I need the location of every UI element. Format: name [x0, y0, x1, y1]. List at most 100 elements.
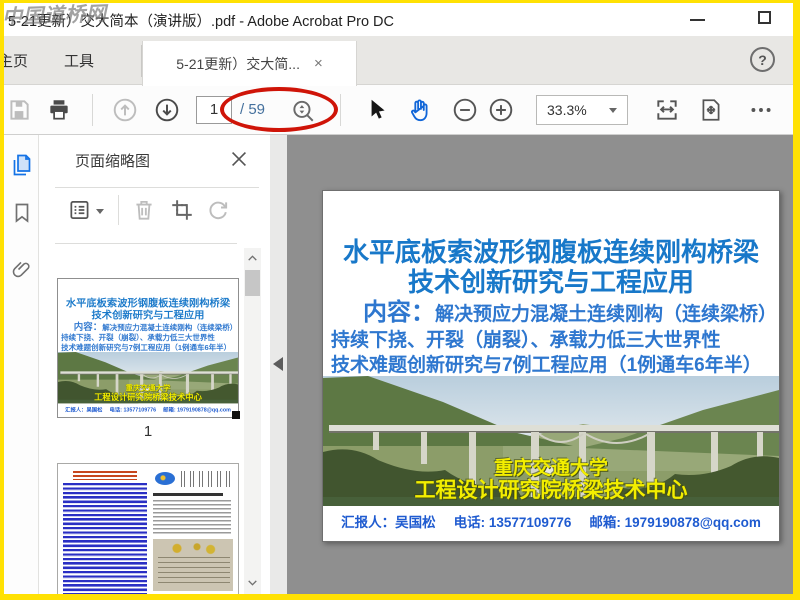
- collapse-panel-icon[interactable]: [273, 357, 283, 371]
- slide-content-label: 内容：: [363, 299, 435, 326]
- thumbnail-2-paragraph: [153, 500, 231, 534]
- page-thumbnails-panel: 页面缩略图 水平底板索波形钢腹板连续刚构桥梁 技术创新研究与工程应用 内容：解决…: [39, 135, 270, 594]
- panel-title: 页面缩略图: [75, 153, 151, 170]
- slide-content: 内容：解决预应力混凝土连续刚构（连续梁桥） 持续下挠、开裂（崩裂）、承载力低三大…: [58, 322, 238, 353]
- slide-title-line1: 水平底板索波形钢腹板连续刚构桥梁: [65, 297, 231, 309]
- thumbnail-2-heading: [73, 471, 137, 480]
- tab-home[interactable]: 主页: [4, 50, 44, 71]
- contact-name: 汇报人：吴国松: [341, 515, 436, 530]
- divider: [118, 195, 119, 225]
- window-title: 5-21更新）交大简本（演讲版）.pdf - Adobe Acrobat Pro…: [8, 14, 394, 30]
- panel-scrollbar[interactable]: [244, 248, 261, 594]
- slide-contact-line: 汇报人：吴国松 电话: 13577109776 邮箱: 1979190878@qq.…: [323, 511, 779, 531]
- page-thumbnails-search-icon[interactable]: [290, 98, 316, 124]
- slide-content-line2: 持续下挠、开裂（崩裂）、承载力低三大世界性: [331, 330, 721, 351]
- slide-content-line2: 持续下挠、开裂（崩裂）、承载力低三大世界性: [61, 333, 215, 343]
- more-tools-icon[interactable]: [748, 97, 774, 123]
- screenshot-frame: 中国道桥网 5-21更新）交大简本（演讲版）.pdf - Adobe Acrob…: [0, 0, 800, 600]
- thumbnail-page-1-label: 1: [143, 423, 153, 440]
- contact-email: 邮箱: 1979190878@qq.com: [163, 406, 231, 413]
- thumbnail-2-certificate-image: [153, 539, 233, 591]
- slide-content-label: 内容：: [73, 321, 103, 333]
- slide-content: 内容：解决预应力混凝土连续刚构（连续梁桥） 持续下挠、开裂（崩裂）、承载力低三大…: [323, 299, 779, 378]
- crop-pages-icon[interactable]: [169, 197, 195, 223]
- slide-title-line2: 技术创新研究与工程应用: [91, 308, 205, 321]
- previous-page-icon[interactable]: [112, 97, 138, 123]
- pdf-slide-page[interactable]: 水平底板索波形钢腹板连续刚构桥梁 技术创新研究与工程应用 内容：解决预应力混凝土…: [58, 279, 238, 417]
- zoom-out-icon[interactable]: [452, 97, 478, 123]
- print-icon[interactable]: [46, 97, 72, 123]
- fit-page-icon[interactable]: [698, 97, 724, 123]
- red-circle-annotation: [220, 87, 338, 132]
- hand-tool-icon[interactable]: [406, 97, 432, 123]
- slide-photo-caption: 重庆交通大学 工程设计研究院桥梁技术中心: [323, 458, 779, 502]
- slide-content-line1: 解决预应力混凝土连续刚构（连续梁桥）: [435, 304, 778, 325]
- thumbnail-resize-handle[interactable]: [232, 411, 240, 419]
- caption-university: 重庆交通大学: [493, 458, 608, 479]
- thumbnail-options-icon[interactable]: [67, 197, 93, 223]
- workspace: 页面缩略图 水平底板索波形钢腹板连续刚构桥梁 技术创新研究与工程应用 内容：解决…: [4, 135, 793, 594]
- slide-title-line2: 技术创新研究与工程应用: [407, 267, 694, 297]
- tab-document[interactable]: 5-21更新）交大简... ×: [142, 41, 357, 86]
- divider: [55, 243, 237, 244]
- rotate-pages-icon[interactable]: [205, 197, 231, 223]
- zoom-in-icon[interactable]: [488, 97, 514, 123]
- caption-center: 工程设计研究院桥梁技术中心: [414, 479, 688, 502]
- slide-photo-caption: 重庆交通大学 工程设计研究院桥梁技术中心: [58, 384, 238, 401]
- caption-center: 工程设计研究院桥梁技术中心: [94, 392, 202, 402]
- thumbnail-2-right-column: [153, 471, 233, 594]
- scroll-down-icon[interactable]: [246, 576, 259, 589]
- page-thumbnails-panel-icon[interactable]: [10, 153, 34, 177]
- document-view[interactable]: 水平底板索波形钢腹板连续刚构桥梁 技术创新研究与工程应用 内容：解决预应力混凝土…: [287, 135, 793, 594]
- fit-width-icon[interactable]: [654, 97, 680, 123]
- bookmarks-panel-icon[interactable]: [10, 201, 34, 225]
- page-number-input[interactable]: 1: [196, 96, 232, 124]
- slide-content-line1: 解决预应力混凝土连续刚构（连续梁桥）: [102, 323, 238, 332]
- navigation-strip: [4, 135, 39, 594]
- thumbnail-2-subheading: [153, 493, 223, 496]
- help-icon[interactable]: ?: [750, 47, 775, 72]
- tab-tools[interactable]: 工具: [64, 50, 94, 71]
- zoom-level-dropdown[interactable]: 33.3%: [536, 95, 628, 125]
- panel-gutter[interactable]: [270, 135, 287, 594]
- slide-content-line3: 技术难题创新研究与7例工程应用（1例通车6年半）: [331, 355, 762, 376]
- next-page-icon[interactable]: [154, 97, 180, 123]
- thumbnail-2-logo: [155, 472, 175, 485]
- divider: [55, 187, 259, 188]
- zoom-level-value: 33.3%: [547, 102, 587, 118]
- toolbar-separator: [340, 94, 341, 126]
- thumbnail-2-text-column: [63, 471, 147, 594]
- panel-close-icon[interactable]: [228, 148, 250, 170]
- toolbar-separator: [92, 94, 93, 126]
- maximize-button[interactable]: [758, 11, 771, 24]
- scrollbar-thumb[interactable]: [245, 270, 260, 296]
- tab-close-icon[interactable]: ×: [314, 55, 323, 72]
- bridge-photo: 重庆交通大学 工程设计研究院桥梁技术中心: [323, 376, 779, 506]
- acrobat-window: 中国道桥网 5-21更新）交大简本（演讲版）.pdf - Adobe Acrob…: [4, 3, 793, 594]
- contact-name: 汇报人：吴国松: [65, 406, 103, 413]
- save-icon[interactable]: [6, 97, 32, 123]
- contact-email: 邮箱: 1979190878@qq.com: [589, 515, 761, 530]
- bridge-photo: 重庆交通大学 工程设计研究院桥梁技术中心: [58, 352, 238, 404]
- page-total-label: / 59: [240, 101, 266, 118]
- contact-phone: 电话: 13577109776: [109, 406, 157, 413]
- contact-phone: 电话: 13577109776: [453, 515, 572, 530]
- thumbnail-2-body-text: [63, 483, 147, 594]
- delete-page-icon[interactable]: [131, 197, 157, 223]
- chevron-down-icon: [96, 209, 104, 214]
- document-page-1[interactable]: 水平底板索波形钢腹板连续刚构桥梁 技术创新研究与工程应用 内容：解决预应力混凝土…: [322, 190, 780, 542]
- main-toolbar: 1 / 59 33.3%: [4, 85, 793, 135]
- tab-document-label: 5-21更新）交大简...: [176, 55, 300, 72]
- pdf-slide-page[interactable]: 水平底板索波形钢腹板连续刚构桥梁 技术创新研究与工程应用 内容：解决预应力混凝土…: [323, 191, 779, 541]
- caption-university: 重庆交通大学: [125, 384, 171, 393]
- minimize-button[interactable]: [690, 19, 705, 21]
- thumbnail-page-1[interactable]: 水平底板索波形钢腹板连续刚构桥梁 技术创新研究与工程应用 内容：解决预应力混凝土…: [57, 278, 240, 419]
- scroll-up-icon[interactable]: [246, 252, 259, 265]
- window-titlebar[interactable]: 中国道桥网 5-21更新）交大简本（演讲版）.pdf - Adobe Acrob…: [4, 3, 793, 36]
- help-glyph: ?: [758, 51, 767, 68]
- thumbnail-page-2[interactable]: [57, 463, 239, 594]
- attachments-panel-icon[interactable]: [10, 257, 34, 281]
- select-tool-icon[interactable]: [364, 97, 390, 123]
- tab-bar: 主页 工具 5-21更新）交大简... × ?: [4, 36, 793, 86]
- chevron-down-icon: [609, 107, 617, 113]
